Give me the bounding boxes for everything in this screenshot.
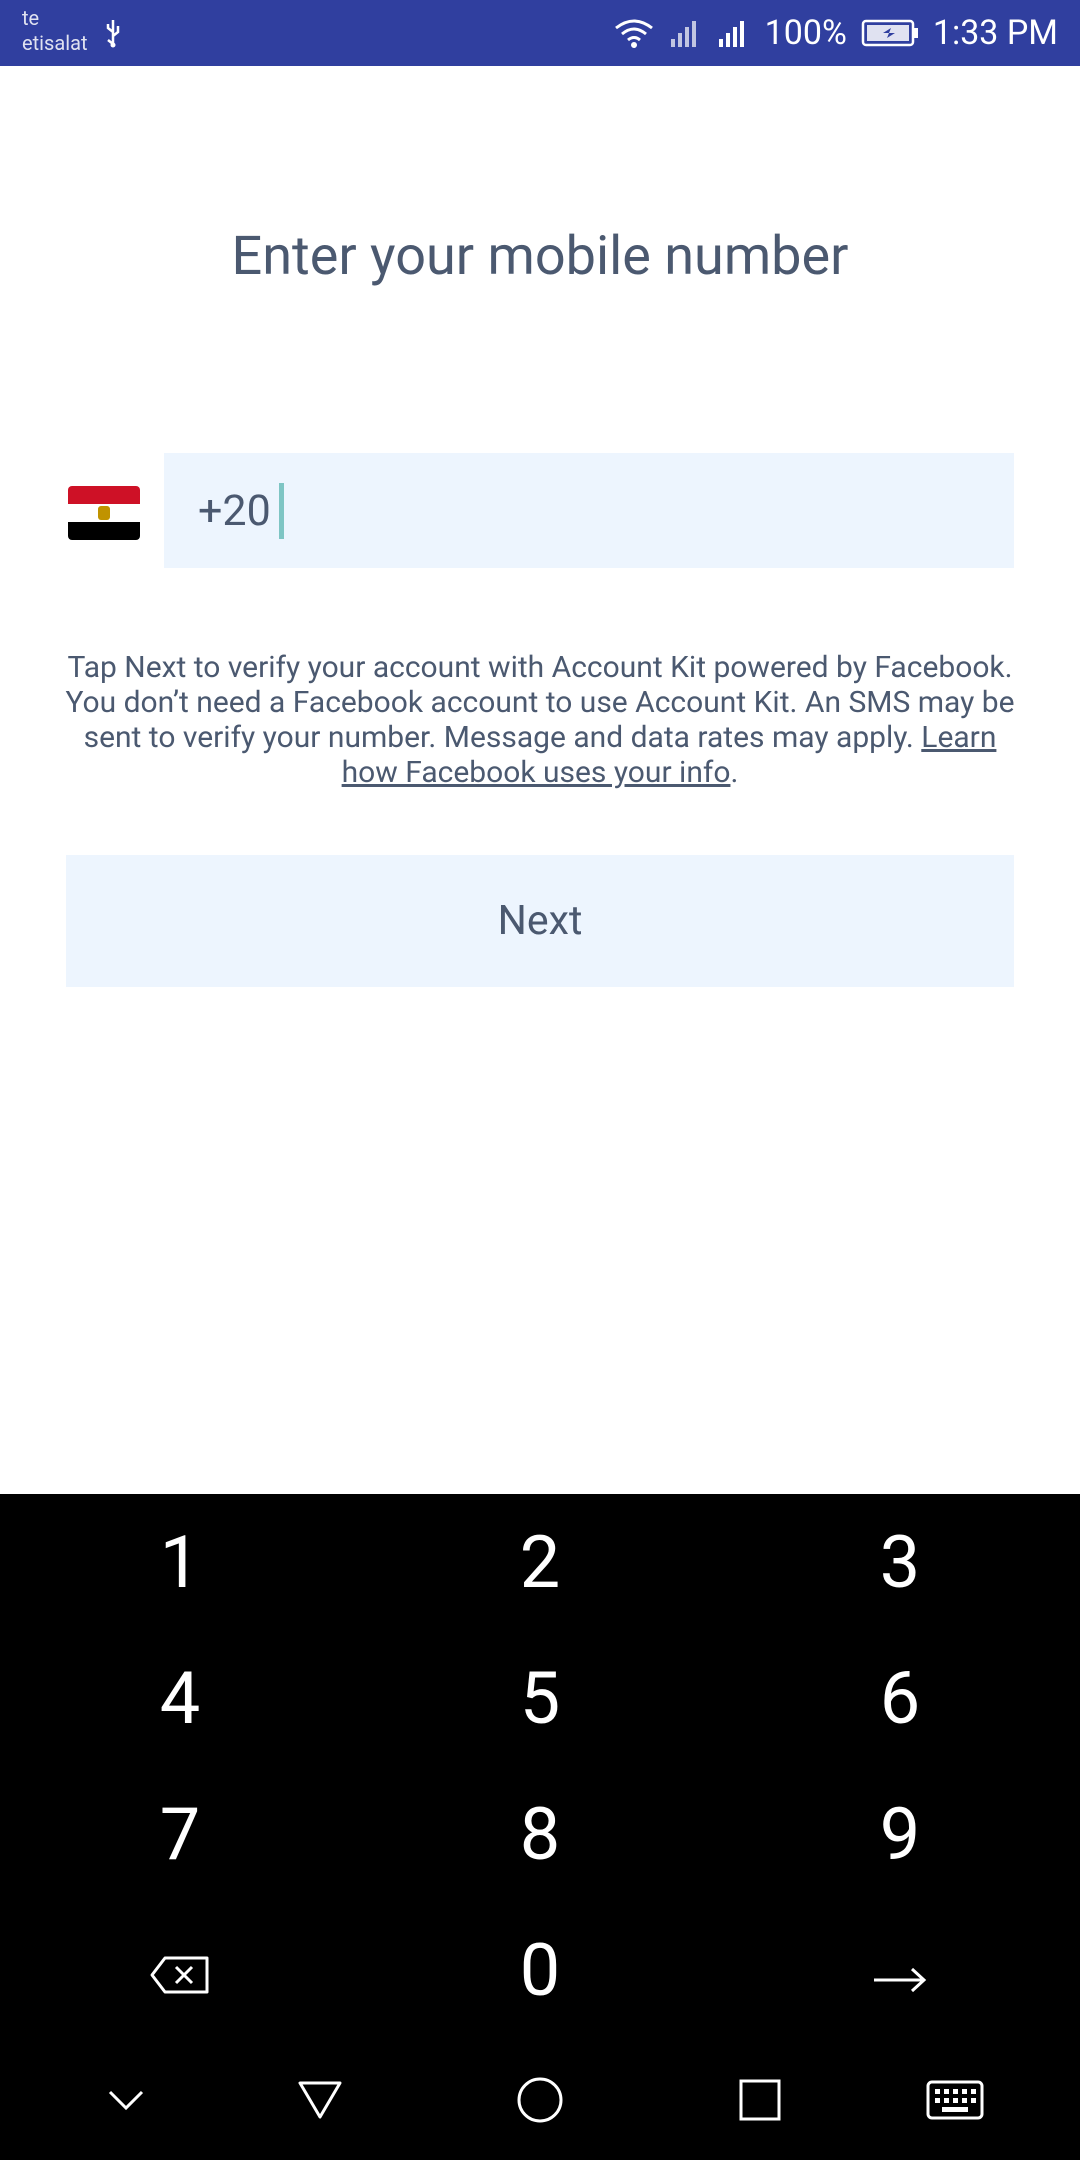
disclaimer-body: Tap Next to verify your account with Acc…: [65, 650, 1015, 755]
back-triangle-icon[interactable]: [290, 2070, 350, 2130]
key-5[interactable]: 5: [360, 1630, 720, 1766]
backspace-key[interactable]: [0, 1902, 360, 2038]
flag-stripe-red: [68, 486, 140, 504]
battery-percent: 100%: [764, 13, 847, 53]
home-circle-icon[interactable]: [510, 2070, 570, 2130]
flag-stripe-black: [68, 522, 140, 540]
key-7[interactable]: 7: [0, 1766, 360, 1902]
phone-number-input[interactable]: +20: [164, 453, 1014, 568]
eagle-icon: [98, 506, 110, 520]
chevron-down-icon[interactable]: [96, 2070, 156, 2130]
country-code-prefix: +20: [198, 485, 271, 536]
carrier-label: te etisalat: [22, 6, 88, 56]
signal-icon: [669, 17, 703, 49]
keyboard-icon[interactable]: [920, 2070, 990, 2130]
recents-square-icon[interactable]: [730, 2070, 790, 2130]
battery-charging-icon: [861, 18, 919, 48]
navigation-bar: [0, 2040, 1080, 2160]
key-6[interactable]: 6: [720, 1630, 1080, 1766]
carrier-line1: te: [22, 6, 40, 30]
wifi-icon: [613, 17, 655, 49]
key-8[interactable]: 8: [360, 1766, 720, 1902]
status-right: 100% 1:33 PM: [613, 12, 1058, 54]
next-button[interactable]: Next: [66, 855, 1014, 987]
disclaimer-end: .: [730, 755, 739, 790]
page-title: Enter your mobile number: [231, 225, 849, 288]
clock: 1:33 PM: [932, 13, 1058, 53]
key-3[interactable]: 3: [720, 1494, 1080, 1630]
carrier-line2: etisalat: [22, 31, 88, 55]
text-cursor: [278, 482, 284, 539]
disclaimer-text: Tap Next to verify your account with Acc…: [60, 650, 1020, 790]
numeric-keypad: 1 2 3 4 5 6 7 8 9 0: [0, 1494, 1080, 2040]
backspace-icon: [149, 1928, 211, 2013]
key-2[interactable]: 2: [360, 1494, 720, 1630]
status-bar: te etisalat 100% 1:33 PM: [0, 0, 1080, 66]
usb-icon: [102, 18, 124, 52]
enter-key[interactable]: [720, 1902, 1080, 2038]
flag-stripe-white: [68, 504, 140, 522]
country-flag-button[interactable]: [68, 486, 140, 540]
key-9[interactable]: 9: [720, 1766, 1080, 1902]
arrow-right-icon: [872, 1928, 928, 2013]
signal-icon: [717, 17, 751, 49]
key-4[interactable]: 4: [0, 1630, 360, 1766]
key-0[interactable]: 0: [360, 1902, 720, 2038]
key-1[interactable]: 1: [0, 1494, 360, 1630]
